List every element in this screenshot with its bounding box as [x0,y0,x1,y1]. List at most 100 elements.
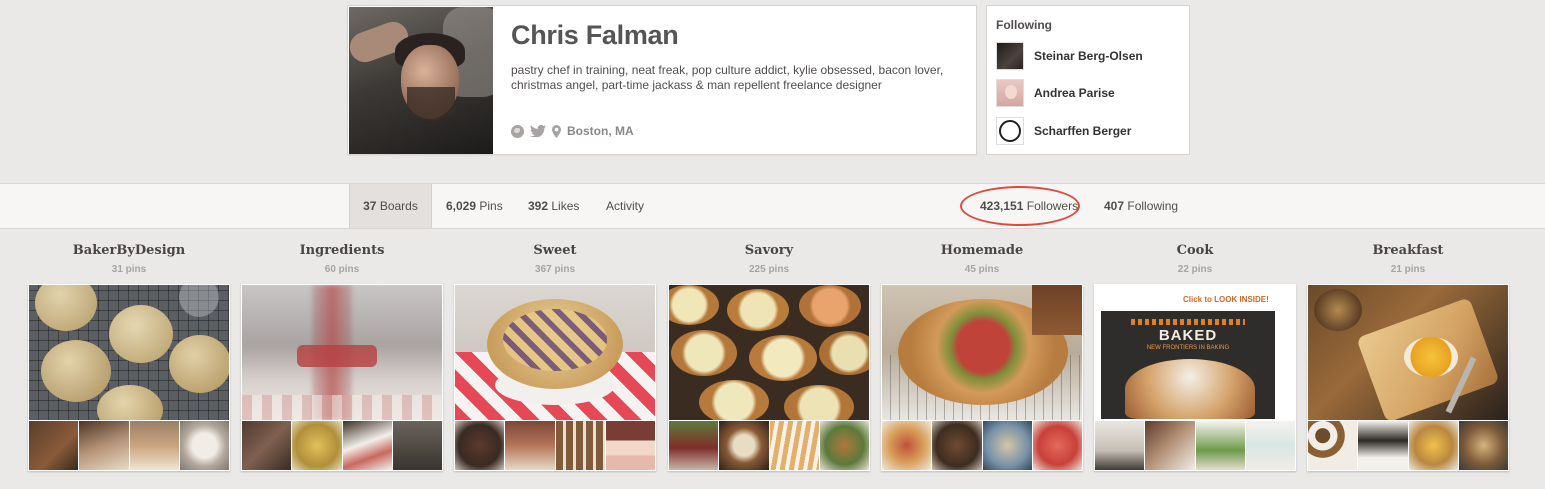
profile-location[interactable]: Boston, MA [567,124,634,138]
board-thumbnail[interactable] [242,421,292,470]
tab-following[interactable]: 407 Following [1104,184,1178,228]
board-thumbnail[interactable] [29,421,79,470]
board-thumbnail[interactable] [882,421,932,470]
board-thumbnails [29,421,229,470]
board-thumbnail[interactable] [769,421,819,470]
board-thumbnail[interactable] [1032,421,1082,470]
board-cover-image[interactable]: Click to LOOK INSIDE! BAKED NEW FRONTIER… [1095,285,1295,420]
board-pin-count: 21 pins [1390,264,1426,275]
board-thumbnail[interactable] [79,421,129,470]
board-thumbnail[interactable] [982,421,1032,470]
location-pin-icon [552,124,561,138]
board-thumbnail[interactable] [1095,421,1145,470]
tab-pins[interactable]: 6,029 Pins [446,184,503,228]
following-avatar[interactable] [996,117,1024,145]
board-pin-count: 225 pins [748,264,790,275]
board-thumbnail[interactable] [932,421,982,470]
tab-boards[interactable]: 37 Boards [349,184,432,228]
board-card[interactable]: Ingredients 60 pins [241,243,443,471]
following-name[interactable]: Andrea Parise [1034,86,1115,100]
board-title[interactable]: Breakfast [1307,243,1509,258]
board-title[interactable]: Sweet [454,243,656,258]
profile-tabbar: 37 Boards 6,029 Pins 392 Likes Activity … [0,183,1545,229]
board-thumbnail[interactable] [819,421,869,470]
board-card[interactable]: Sweet 367 pins [454,243,656,471]
board-cover-image[interactable] [242,285,442,420]
board-thumbnails [882,421,1082,470]
board-thumbnail[interactable] [1458,421,1508,470]
board-pin-count: 367 pins [534,264,576,275]
board-title[interactable]: Savory [668,243,870,258]
board-thumbnail[interactable] [392,421,442,470]
board-thumbnail[interactable] [342,421,392,470]
board-thumbnail[interactable] [1308,421,1358,470]
board-title[interactable]: Homemade [881,243,1083,258]
following-avatar[interactable] [996,79,1024,107]
board-thumbnails [1308,421,1508,470]
board-thumbnails [455,421,655,470]
board-thumbnail[interactable] [605,421,655,470]
board-title[interactable]: BakerByDesign [28,243,230,258]
board-thumbnails [669,421,869,470]
board-card[interactable]: Cook 22 pins Click to LOOK INSIDE! BAKED… [1094,243,1296,471]
book-subtitle: NEW FRONTIERS IN BAKING [1146,345,1230,351]
board-frame[interactable] [668,284,870,471]
avatar[interactable] [349,7,493,154]
board-cover-image[interactable] [1308,285,1508,420]
board-thumbnail[interactable] [455,421,505,470]
tab-likes[interactable]: 392 Likes [528,184,579,228]
board-card[interactable]: Breakfast 21 pins [1307,243,1509,471]
board-cover-image[interactable] [29,285,229,420]
following-avatar[interactable] [996,42,1024,70]
board-title[interactable]: Cook [1094,243,1296,258]
board-card[interactable]: BakerByDesign 31 pins [28,243,230,471]
board-frame[interactable] [454,284,656,471]
profile-card: Chris Falman pastry chef in training, ne… [347,5,977,155]
profile-meta: Boston, MA [511,123,634,139]
board-card[interactable]: Savory 225 pins [668,243,870,471]
board-pin-count: 45 pins [964,264,1000,275]
look-inside-banner: Click to LOOK INSIDE! [1183,295,1269,304]
board-thumbnail[interactable] [1358,421,1408,470]
board-thumbnail[interactable] [669,421,719,470]
board-cover-image[interactable] [882,285,1082,420]
board-card[interactable]: Homemade 45 pins [881,243,1083,471]
board-thumbnail[interactable] [1195,421,1245,470]
board-thumbnail[interactable] [505,421,555,470]
book-title: BAKED [1158,327,1218,344]
following-name[interactable]: Steinar Berg-Olsen [1034,49,1143,63]
followers-highlight-circle [960,186,1080,226]
twitter-icon[interactable] [530,125,546,137]
tab-activity[interactable]: Activity [606,184,644,228]
board-pin-count: 31 pins [111,264,147,275]
profile-bio: pastry chef in training, neat freak, pop… [511,63,944,92]
board-frame[interactable] [28,284,230,471]
board-thumbnail[interactable] [1408,421,1458,470]
globe-icon[interactable] [511,124,524,138]
following-panel: Following Steinar Berg-Olsen Andrea Pari… [986,5,1190,155]
board-pin-count: 22 pins [1177,264,1213,275]
board-thumbnail[interactable] [292,421,342,470]
board-frame[interactable] [881,284,1083,471]
profile-name: Chris Falman [511,20,679,50]
scharffen-berger-logo [999,120,1021,142]
board-thumbnail[interactable] [555,421,605,470]
board-title[interactable]: Ingredients [241,243,443,258]
board-thumbnails [1095,421,1295,470]
following-name[interactable]: Scharffen Berger [1034,124,1131,138]
following-item[interactable]: Andrea Parise [996,78,1115,108]
board-thumbnail[interactable] [1145,421,1195,470]
board-thumbnail[interactable] [129,421,179,470]
following-title: Following [996,18,1052,32]
following-item[interactable]: Steinar Berg-Olsen [996,41,1143,71]
board-thumbnail[interactable] [179,421,229,470]
board-thumbnails [242,421,442,470]
board-cover-image[interactable] [669,285,869,420]
board-frame[interactable]: Click to LOOK INSIDE! BAKED NEW FRONTIER… [1094,284,1296,471]
board-frame[interactable] [1307,284,1509,471]
board-frame[interactable] [241,284,443,471]
board-thumbnail[interactable] [1245,421,1295,470]
board-thumbnail[interactable] [719,421,769,470]
board-cover-image[interactable] [455,285,655,420]
following-item[interactable]: Scharffen Berger [996,116,1131,146]
